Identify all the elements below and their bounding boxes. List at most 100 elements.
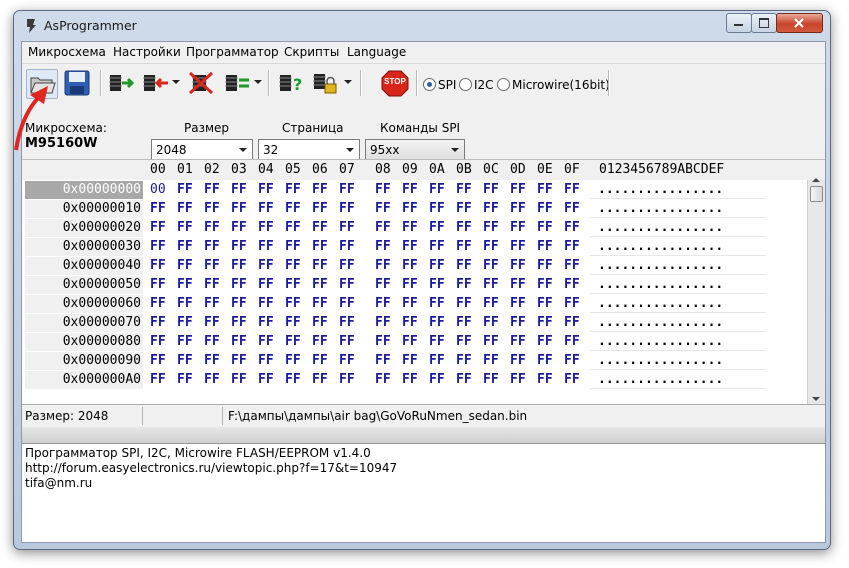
hex-byte-cell[interactable]: FF xyxy=(537,353,553,368)
read-button[interactable] xyxy=(106,69,136,97)
hex-byte-cell[interactable]: FF xyxy=(402,220,418,235)
ascii-cell[interactable]: ................ xyxy=(590,352,766,370)
hex-byte-cell[interactable]: FF xyxy=(402,334,418,349)
hex-byte-cell[interactable]: FF xyxy=(312,296,328,311)
scroll-thumb[interactable] xyxy=(810,186,823,202)
hex-byte-cell[interactable]: FF xyxy=(285,315,301,330)
hex-byte-cell[interactable]: FF xyxy=(537,201,553,216)
hex-byte-cell[interactable]: FF xyxy=(231,296,247,311)
hex-byte-cell[interactable]: FF xyxy=(456,201,472,216)
ascii-cell[interactable]: ................ xyxy=(590,295,766,313)
hex-byte-cell[interactable]: FF xyxy=(339,220,355,235)
open-button[interactable] xyxy=(26,69,58,99)
hex-byte-cell[interactable]: FF xyxy=(537,239,553,254)
hex-byte-cell[interactable]: FF xyxy=(204,334,220,349)
hex-byte-cell[interactable]: FF xyxy=(537,258,553,273)
hex-byte-cell[interactable]: FF xyxy=(177,296,193,311)
close-button[interactable] xyxy=(776,13,823,33)
hex-byte-cell[interactable]: FF xyxy=(231,315,247,330)
ascii-cell[interactable]: ................ xyxy=(590,333,766,351)
hex-byte-cell[interactable]: FF xyxy=(564,239,580,254)
hex-byte-cell[interactable]: FF xyxy=(510,315,526,330)
hex-byte-cell[interactable]: FF xyxy=(177,372,193,387)
hex-byte-cell[interactable]: FF xyxy=(510,239,526,254)
hex-byte-cell[interactable]: FF xyxy=(537,334,553,349)
hex-byte-cell[interactable]: FF xyxy=(456,372,472,387)
hex-byte-cell[interactable]: FF xyxy=(231,372,247,387)
hex-byte-cell[interactable]: FF xyxy=(402,182,418,197)
hex-byte-cell[interactable]: FF xyxy=(429,315,445,330)
ascii-cell[interactable]: ................ xyxy=(590,314,766,332)
hex-byte-cell[interactable]: FF xyxy=(204,182,220,197)
hex-byte-cell[interactable]: FF xyxy=(258,353,274,368)
stop-button[interactable]: STOP xyxy=(380,69,410,97)
hex-byte-cell[interactable]: FF xyxy=(285,353,301,368)
hex-byte-cell[interactable]: FF xyxy=(150,296,166,311)
hex-byte-cell[interactable]: FF xyxy=(456,315,472,330)
hex-byte-cell[interactable]: FF xyxy=(339,182,355,197)
hex-byte-cell[interactable]: FF xyxy=(339,296,355,311)
hex-byte-cell[interactable]: FF xyxy=(204,296,220,311)
hex-byte-cell[interactable]: FF xyxy=(231,258,247,273)
hex-byte-cell[interactable]: FF xyxy=(177,353,193,368)
hex-byte-cell[interactable]: FF xyxy=(483,334,499,349)
hex-byte-cell[interactable]: FF xyxy=(402,315,418,330)
hex-row[interactable]: 0x000000A0 FF FF FF FF FF FF FF FF FF FF FF FF FF FF FF… xyxy=(22,371,807,390)
ascii-cell[interactable]: ................ xyxy=(590,238,766,256)
hex-byte-cell[interactable]: FF xyxy=(285,334,301,349)
hex-byte-cell[interactable]: FF xyxy=(537,277,553,292)
hex-byte-cell[interactable]: FF xyxy=(258,182,274,197)
hex-byte-cell[interactable]: FF xyxy=(312,258,328,273)
hex-byte-cell[interactable]: FF xyxy=(564,220,580,235)
hex-byte-cell[interactable]: FF xyxy=(429,258,445,273)
hex-byte-cell[interactable]: FF xyxy=(429,353,445,368)
hex-byte-cell[interactable]: FF xyxy=(402,296,418,311)
vertical-scrollbar[interactable] xyxy=(807,178,825,405)
hex-byte-cell[interactable]: FF xyxy=(231,277,247,292)
hex-byte-cell[interactable]: FF xyxy=(510,277,526,292)
hex-byte-cell[interactable]: FF xyxy=(537,372,553,387)
hex-byte-cell[interactable]: FF xyxy=(150,201,166,216)
hex-byte-cell[interactable]: FF xyxy=(258,296,274,311)
hex-byte-cell[interactable]: FF xyxy=(564,372,580,387)
hex-byte-cell[interactable]: FF xyxy=(402,353,418,368)
hex-byte-cell[interactable]: FF xyxy=(177,182,193,197)
hex-byte-cell[interactable]: FF xyxy=(204,220,220,235)
hex-byte-cell[interactable]: FF xyxy=(429,334,445,349)
ascii-cell[interactable]: ................ xyxy=(590,276,766,294)
hex-row[interactable]: 0x00000080 FF FF FF FF FF FF FF FF FF FF FF FF FF FF FF… xyxy=(22,333,807,352)
hex-byte-cell[interactable]: FF xyxy=(537,220,553,235)
hex-byte-cell[interactable]: FF xyxy=(150,372,166,387)
hex-byte-cell[interactable]: FF xyxy=(429,201,445,216)
hex-row[interactable]: 0x00000060 FF FF FF FF FF FF FF FF FF FF FF FF FF FF FF… xyxy=(22,295,807,314)
hex-byte-cell[interactable]: FF xyxy=(483,296,499,311)
hex-byte-cell[interactable]: FF xyxy=(564,353,580,368)
microwire-radio[interactable] xyxy=(497,78,510,91)
hex-byte-cell[interactable]: FF xyxy=(258,220,274,235)
hex-byte-cell[interactable]: FF xyxy=(312,182,328,197)
hex-byte-cell[interactable]: FF xyxy=(456,353,472,368)
hex-byte-cell[interactable]: FF xyxy=(483,182,499,197)
hex-byte-cell[interactable]: FF xyxy=(150,239,166,254)
hex-byte-cell[interactable]: FF xyxy=(312,277,328,292)
hex-byte-cell[interactable]: FF xyxy=(375,239,391,254)
hex-byte-cell[interactable]: FF xyxy=(510,182,526,197)
hex-byte-cell[interactable]: FF xyxy=(285,201,301,216)
hex-byte-cell[interactable]: FF xyxy=(339,239,355,254)
hex-byte-cell[interactable]: FF xyxy=(204,372,220,387)
hex-byte-cell[interactable]: FF xyxy=(150,220,166,235)
hex-byte-cell[interactable]: FF xyxy=(375,334,391,349)
hex-byte-cell[interactable]: FF xyxy=(339,334,355,349)
hex-byte-cell[interactable]: FF xyxy=(483,315,499,330)
hex-row[interactable]: 0x00000070 FF FF FF FF FF FF FF FF FF FF FF FF FF FF FF… xyxy=(22,314,807,333)
hex-byte-cell[interactable]: FF xyxy=(258,239,274,254)
hex-byte-cell[interactable]: FF xyxy=(483,239,499,254)
hex-byte-cell[interactable]: FF xyxy=(204,315,220,330)
hex-byte-cell[interactable]: FF xyxy=(375,258,391,273)
page-select[interactable]: 32 xyxy=(258,139,360,161)
hex-byte-cell[interactable]: FF xyxy=(564,334,580,349)
hex-byte-cell[interactable]: FF xyxy=(231,201,247,216)
hex-byte-cell[interactable]: FF xyxy=(285,220,301,235)
hex-byte-cell[interactable]: FF xyxy=(258,201,274,216)
hex-byte-cell[interactable]: FF xyxy=(429,182,445,197)
